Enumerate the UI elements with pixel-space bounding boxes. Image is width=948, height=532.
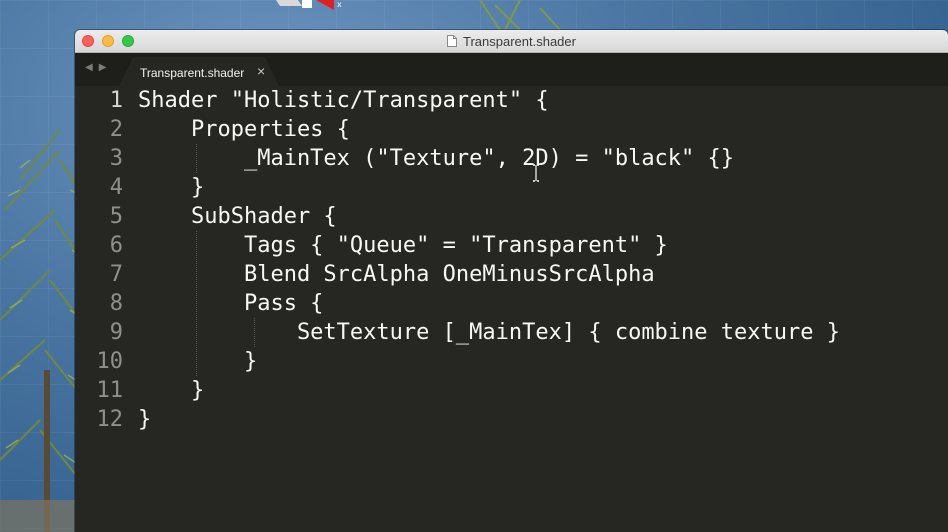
window-title: Transparent.shader bbox=[463, 33, 576, 49]
code-line[interactable]: Shader "Holistic/Transparent" { bbox=[138, 86, 549, 115]
code-line[interactable]: Pass { bbox=[138, 289, 323, 318]
line-number: 8 bbox=[109, 291, 123, 316]
code-line[interactable]: } bbox=[138, 405, 151, 434]
line-number: 1 bbox=[109, 88, 123, 113]
tab-bar: ◀ ▶ Transparent.shader × bbox=[75, 53, 948, 86]
code-line[interactable]: } bbox=[138, 347, 257, 376]
line-number: 3 bbox=[109, 146, 123, 171]
scene-gizmo-icon: x bbox=[276, 0, 342, 10]
tab-forward-icon[interactable]: ▶ bbox=[99, 62, 107, 74]
code-line[interactable]: Properties { bbox=[138, 115, 350, 144]
sublime-text-window: Transparent.shader ◀ ▶ Transparent.shade… bbox=[75, 30, 948, 532]
title-wrap: Transparent.shader bbox=[75, 30, 948, 52]
line-number: 9 bbox=[109, 320, 123, 345]
line-number: 4 bbox=[109, 175, 123, 200]
line-number: 12 bbox=[96, 407, 124, 432]
tab-label: Transparent.shader bbox=[140, 66, 245, 80]
line-number: 7 bbox=[109, 262, 123, 287]
code-line[interactable]: _MainTex ("Texture", 2D) = "black" {} bbox=[138, 144, 734, 173]
tab-back-icon[interactable]: ◀ bbox=[85, 62, 93, 74]
line-number: 11 bbox=[96, 378, 124, 403]
text-cursor-icon bbox=[533, 164, 539, 182]
tab-navigation: ◀ ▶ bbox=[85, 62, 106, 74]
tab-close-icon[interactable]: × bbox=[257, 64, 265, 78]
svg-text:x: x bbox=[337, 0, 342, 9]
line-number: 10 bbox=[96, 349, 124, 374]
code-line[interactable]: Blend SrcAlpha OneMinusSrcAlpha bbox=[138, 260, 655, 289]
tab-transparent-shader[interactable]: Transparent.shader × bbox=[119, 57, 279, 86]
code-line[interactable]: } bbox=[138, 173, 204, 202]
document-icon bbox=[447, 35, 457, 47]
code-line[interactable]: Tags { "Queue" = "Transparent" } bbox=[138, 231, 668, 260]
code-editor[interactable]: 1 2 3 4 5 6 7 8 9 10 11 12 Shader "Holis… bbox=[75, 86, 948, 532]
code-line[interactable]: SetTexture [_MainTex] { combine texture … bbox=[138, 318, 840, 347]
pine-tree-right-icon bbox=[479, 0, 561, 31]
line-number: 5 bbox=[109, 204, 123, 229]
code-line[interactable]: SubShader { bbox=[138, 202, 337, 231]
line-number: 6 bbox=[109, 233, 123, 258]
line-number: 2 bbox=[109, 117, 123, 142]
title-bar[interactable]: Transparent.shader bbox=[75, 30, 948, 53]
line-number-gutter: 1 2 3 4 5 6 7 8 9 10 11 12 bbox=[75, 86, 124, 532]
code-line[interactable]: } bbox=[138, 376, 204, 405]
